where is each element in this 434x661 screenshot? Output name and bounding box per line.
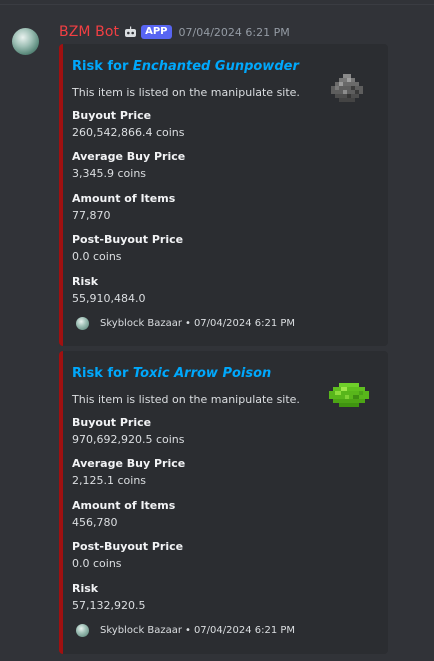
field-value: 260,542,866.4 coins [72, 126, 185, 139]
field-name: Risk [72, 275, 99, 288]
field-name: Buyout Price [72, 109, 152, 122]
field-value: 0.0 coins [72, 250, 122, 263]
field-name: Amount of Items [72, 499, 176, 512]
message-header: BZM Bot APP 07/04/2024 6:21 PM [59, 22, 290, 42]
field-name: Risk [72, 582, 99, 595]
embed-title[interactable]: Risk for Enchanted Gunpowder [72, 59, 299, 74]
footer-timestamp: 07/04/2024 6:21 PM [193, 318, 296, 329]
footer-icon [76, 624, 89, 637]
embed-title-item: Toxic Arrow Poison [132, 366, 272, 381]
embed-title-prefix: Risk for [72, 59, 133, 74]
message-timestamp[interactable]: 07/04/2024 6:21 PM [179, 26, 290, 39]
footer-source: Skyblock Bazaar [100, 318, 183, 329]
embed-description: This item is listed on the manipulate si… [72, 393, 300, 406]
field-value: 3,345.9 coins [72, 167, 147, 180]
field-name: Post-Buyout Price [72, 540, 184, 553]
embed-title[interactable]: Risk for Toxic Arrow Poison [72, 366, 271, 381]
embed-description: This item is listed on the manipulate si… [72, 86, 300, 99]
gunpowder-icon[interactable] [327, 70, 367, 106]
embed-footer: Skyblock Bazaar • 07/04/2024 6:21 PM [76, 317, 295, 330]
footer-separator: • [185, 625, 191, 636]
embed-title-prefix: Risk for [72, 366, 133, 381]
field-value: 2,125.1 coins [72, 474, 147, 487]
field-name: Average Buy Price [72, 457, 186, 470]
poison-icon[interactable] [327, 377, 369, 413]
field-value: 0.0 coins [72, 557, 122, 570]
field-value: 55,910,484.0 [72, 292, 146, 305]
field-value: 77,870 [72, 209, 111, 222]
embed-card: Risk for Enchanted Gunpowder This item i… [59, 44, 388, 346]
field-name: Average Buy Price [72, 150, 186, 163]
robot-icon [123, 25, 138, 39]
bot-avatar[interactable] [12, 28, 39, 55]
footer-timestamp: 07/04/2024 6:21 PM [193, 625, 296, 636]
embed-title-item: Enchanted Gunpowder [132, 59, 299, 74]
field-value: 456,780 [72, 516, 118, 529]
field-name: Amount of Items [72, 192, 176, 205]
username[interactable]: BZM Bot [59, 24, 119, 40]
divider [0, 4, 434, 5]
field-name: Post-Buyout Price [72, 233, 184, 246]
app-badge: APP [141, 25, 172, 39]
field-value: 970,692,920.5 coins [72, 433, 185, 446]
embed-card: Risk for Toxic Arrow Poison This item is… [59, 351, 388, 654]
field-value: 57,132,920.5 [72, 599, 146, 612]
embed-footer: Skyblock Bazaar • 07/04/2024 6:21 PM [76, 624, 295, 637]
footer-icon [76, 317, 89, 330]
footer-source: Skyblock Bazaar [100, 625, 183, 636]
field-name: Buyout Price [72, 416, 152, 429]
footer-separator: • [185, 318, 191, 329]
